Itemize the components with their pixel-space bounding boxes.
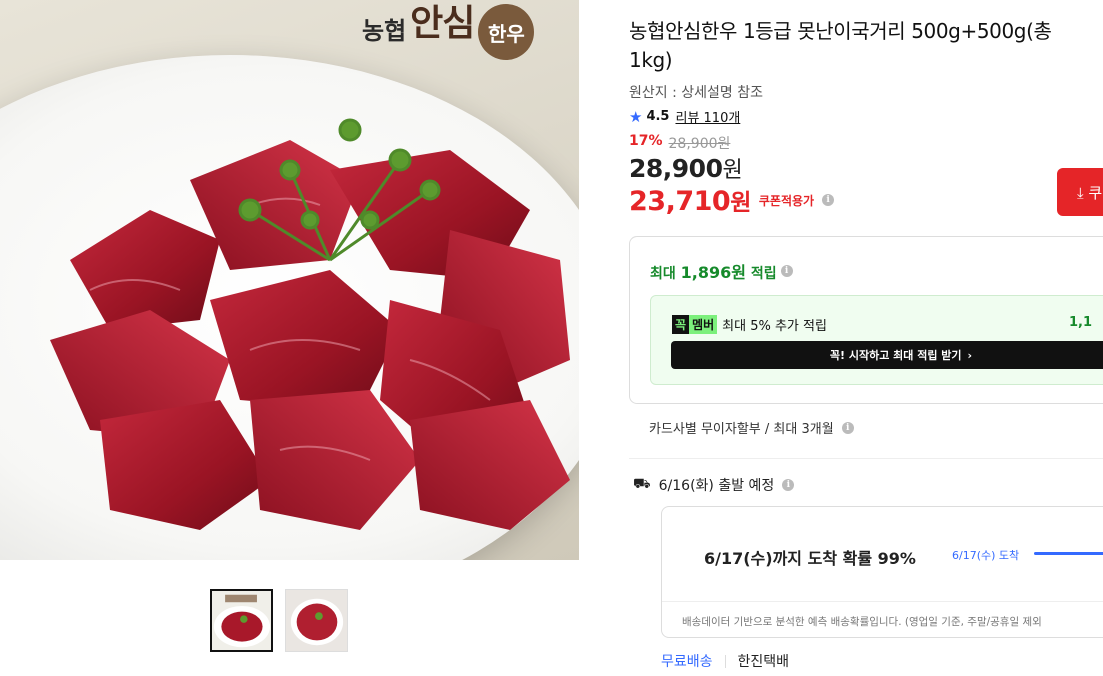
arrival-box: 6/17(수)까지 도착 확률 99% 6/17(수) 도착 배송데이터 기반으… — [661, 506, 1103, 638]
separator — [724, 654, 726, 668]
logo-brand-text: 농협 — [362, 16, 407, 45]
coupon-price: 23,710원 — [629, 183, 751, 217]
coupon-price-unit: 원 — [730, 190, 751, 216]
coupon-download-button[interactable]: ⤓ 쿠 — [1057, 168, 1103, 216]
arrival-mini-label: 6/17(수) 도착 — [952, 549, 1020, 562]
thumbnail-1-image — [212, 591, 271, 650]
coupon-price-row: 23,710원 쿠폰적용가 i — [629, 183, 835, 217]
free-shipping-label: 무료배송 — [661, 654, 713, 670]
reward-head: 최대 1,896원 적립 i — [650, 259, 793, 283]
coupon-info-icon[interactable]: i — [822, 194, 835, 206]
member-right-value: 1,1 — [1069, 315, 1093, 330]
member-box: 꼭 멤버 최대 5% 추가 적립 1,1 꼭! 시작하고 최대 적립 받기 › — [650, 295, 1103, 385]
installment-info-icon[interactable]: i — [841, 421, 854, 434]
reward-info-icon[interactable]: i — [780, 265, 793, 277]
original-price: 28,900원 — [668, 136, 731, 152]
coupon-label: 쿠폰적용가 — [758, 193, 815, 208]
review-count-link[interactable]: 리뷰 110개 — [675, 107, 740, 126]
thumbnail-2[interactable] — [285, 589, 348, 652]
shipping-note: 배송데이터 기반으로 분석한 예측 배송확률입니다. (영업일 기준, 주말/공… — [662, 601, 1103, 629]
installment-text: 카드사별 무이자할부 / 최대 3개월 — [649, 422, 834, 437]
member-badge-right: 멤버 — [689, 315, 718, 334]
product-title: 농협안심한우 1등급 못난이국거리 500g+500g(총 1kg) — [629, 19, 1052, 72]
product-info-panel: 농협안심한우 1등급 못난이국거리 500g+500g(총 1kg) 원산지 :… — [629, 0, 1103, 676]
member-badge: 꼭 멤버 — [672, 315, 718, 334]
member-cta-button[interactable]: 꼭! 시작하고 최대 적립 받기 › — [671, 341, 1103, 369]
divider — [629, 458, 1103, 459]
truck-icon: ⛟ — [633, 476, 651, 492]
discount-rate: 17% — [629, 133, 663, 149]
member-row: 꼭 멤버 최대 5% 추가 적립 — [672, 315, 827, 334]
logo-big-text: 안심 — [410, 3, 475, 44]
thumbnail-1[interactable] — [210, 589, 273, 652]
arrival-progress-bar — [1034, 552, 1103, 555]
member-badge-left: 꼭 — [672, 315, 690, 334]
member-text: 최대 5% 추가 적립 — [722, 319, 827, 334]
product-main-image: 농협 안심 한우 — [0, 0, 579, 560]
brand-logo: 농협 안심 한우 — [362, 0, 579, 60]
sale-price: 28,900원 — [629, 152, 743, 184]
origin-text: 원산지 : 상세설명 참조 — [629, 85, 763, 101]
sale-price-number: 28,900 — [629, 154, 723, 183]
member-cta-label: 꼭! 시작하고 최대 적립 받기 — [829, 349, 962, 362]
thumbnail-2-image — [286, 590, 347, 651]
installment-row: 카드사별 무이자할부 / 최대 3개월 i — [649, 418, 854, 437]
thumbnail-list — [210, 589, 348, 652]
departure-info-icon[interactable]: i — [782, 479, 795, 491]
arrival-probability: 6/17(수)까지 도착 확률 99% — [704, 549, 916, 568]
reward-prefix: 최대 — [650, 266, 676, 282]
shipping-departure-row: ⛟ 6/16(화) 출발 예정 i — [633, 475, 795, 495]
logo-badge: 한우 — [478, 4, 535, 60]
carrier-label: 한진택배 — [737, 654, 790, 670]
chevron-right-icon: › — [967, 348, 973, 362]
shipping-methods: 무료배송 한진택배 — [661, 651, 789, 671]
coupon-price-number: 23,710 — [629, 186, 731, 217]
departure-text: 6/16(화) 출발 예정 — [658, 478, 775, 494]
sale-price-unit: 원 — [722, 158, 743, 183]
beef-chunks-illustration — [50, 118, 570, 530]
rating-value: 4.5 — [646, 109, 670, 124]
reward-suffix: 적립 — [750, 266, 777, 282]
reward-amount: 1,896원 — [680, 263, 746, 282]
discount-row: 17% 28,900원 — [629, 133, 730, 153]
reward-max-text: 최대 1,896원 적립 — [650, 259, 777, 283]
star-icon: ★ — [629, 107, 643, 126]
rating-row: ★ 4.5 리뷰 110개 — [629, 107, 740, 127]
reward-box: 최대 1,896원 적립 i 꼭 멤버 최대 5% 추가 적립 1,1 꼭! 시작… — [629, 236, 1103, 404]
